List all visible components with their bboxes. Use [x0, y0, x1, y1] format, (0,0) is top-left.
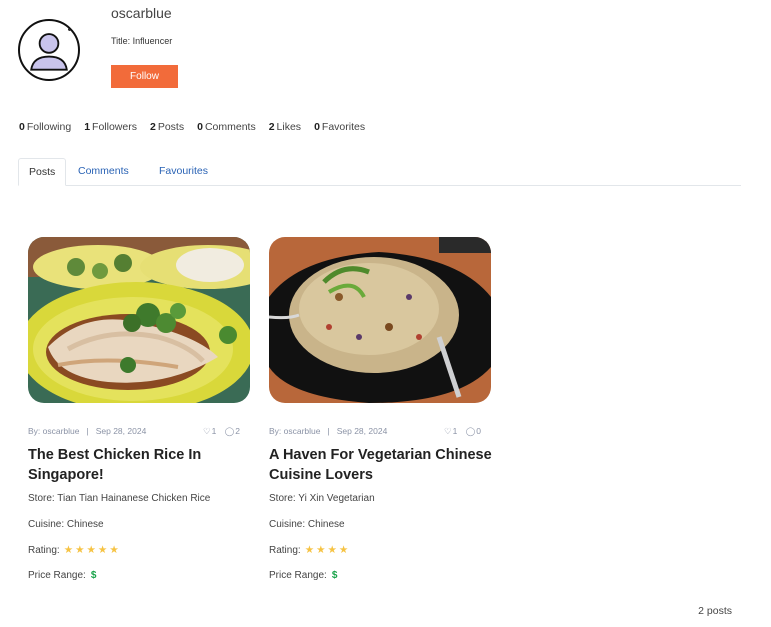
- heart-icon[interactable]: ♡: [444, 426, 452, 436]
- post-store: Store: Yi Xin Vegetarian: [269, 493, 375, 504]
- user-avatar-icon: [21, 22, 77, 78]
- price-value: $: [331, 570, 338, 581]
- stat-favorites[interactable]: 0 Favorites: [314, 121, 365, 133]
- post-cuisine: Cuisine: Chinese: [269, 519, 345, 530]
- stat-count: 2: [149, 121, 156, 133]
- profile-stats: 0 Following 1 Followers 2 Posts 0 Comments 2…: [19, 121, 378, 133]
- post-rating: Rating: ★★★★: [269, 544, 350, 556]
- stat-label: Following: [26, 121, 72, 133]
- stat-posts[interactable]: 2 Posts: [150, 121, 184, 133]
- stat-comments[interactable]: 0 Comments: [197, 121, 256, 133]
- like-count: 1: [211, 426, 217, 436]
- post-author[interactable]: By: oscarblue: [28, 426, 80, 436]
- comment-icon[interactable]: ◯: [225, 426, 235, 436]
- follow-button[interactable]: Follow: [111, 65, 178, 88]
- stat-following[interactable]: 0 Following: [19, 121, 71, 133]
- star-icons: ★★★★★: [63, 544, 121, 556]
- post-author[interactable]: By: oscarblue: [269, 426, 321, 436]
- stat-label: Likes: [276, 121, 302, 133]
- post-price: Price Range: $: [28, 570, 96, 581]
- profile-username: oscarblue: [111, 5, 172, 21]
- profile-title: Title: Influencer: [111, 36, 173, 46]
- post-image-vegetarian[interactable]: [269, 237, 491, 403]
- price-label: Price Range:: [28, 570, 86, 581]
- comment-count: 2: [235, 426, 240, 436]
- post-meta: By: oscarblue | Sep 28, 2024 ♡1 ◯2: [28, 426, 240, 436]
- rating-label: Rating:: [269, 545, 301, 556]
- tab-favourites[interactable]: Favourites: [159, 158, 208, 185]
- post-title[interactable]: The Best Chicken Rice In Singapore!: [28, 445, 253, 485]
- stat-count: 2: [268, 121, 275, 133]
- post-cuisine: Cuisine: Chinese: [28, 519, 104, 530]
- stat-count: 0: [197, 121, 203, 133]
- stat-followers[interactable]: 1 Followers: [84, 121, 137, 133]
- comment-count: 0: [476, 426, 481, 436]
- post-store: Store: Tian Tian Hainanese Chicken Rice: [28, 493, 211, 504]
- stat-label: Comments: [204, 121, 256, 133]
- tab-comments[interactable]: Comments: [78, 158, 129, 185]
- post-card[interactable]: By: oscarblue | Sep 28, 2024 ♡1 ◯0 A Haven…: [269, 237, 492, 581]
- meta-divider: |: [327, 426, 330, 436]
- stat-count: 1: [84, 121, 91, 133]
- rating-label: Rating:: [28, 545, 60, 556]
- star-icons: ★★★★: [304, 544, 351, 556]
- profile-tabs: Posts Comments Favourites: [18, 158, 741, 186]
- heart-icon[interactable]: ♡: [203, 426, 211, 436]
- post-rating: Rating: ★★★★★: [28, 544, 121, 556]
- meta-divider: |: [86, 426, 89, 436]
- post-total-count: 2 posts: [698, 605, 732, 617]
- post-date: Sep 28, 2024: [95, 426, 147, 436]
- like-count: 1: [452, 426, 458, 436]
- post-card[interactable]: By: oscarblue | Sep 28, 2024 ♡1 ◯2 The Bes…: [28, 237, 250, 581]
- price-label: Price Range:: [269, 570, 327, 581]
- stat-count: 0: [314, 121, 320, 133]
- post-meta: By: oscarblue | Sep 28, 2024 ♡1 ◯0: [269, 426, 481, 436]
- stat-label: Posts: [157, 121, 185, 133]
- stat-count: 0: [19, 121, 25, 133]
- post-date: Sep 28, 2024: [336, 426, 388, 436]
- stat-likes[interactable]: 2 Likes: [269, 121, 301, 133]
- avatar: [18, 19, 80, 81]
- comment-icon[interactable]: ◯: [466, 426, 476, 436]
- post-price: Price Range: $: [269, 570, 337, 581]
- tab-posts[interactable]: Posts: [18, 158, 67, 186]
- price-value: $: [90, 570, 97, 581]
- post-title[interactable]: A Haven For Vegetarian Chinese Cuisine L…: [269, 445, 494, 485]
- stat-label: Followers: [92, 121, 137, 133]
- post-image-chicken-rice[interactable]: [28, 237, 250, 403]
- stat-label: Favorites: [321, 121, 366, 133]
